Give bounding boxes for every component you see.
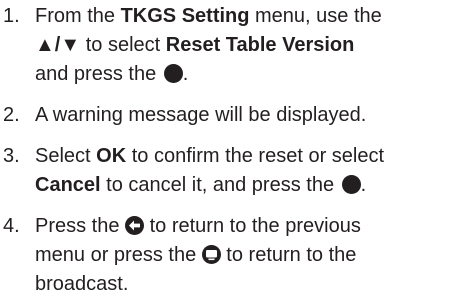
step-text: A warning message will be displayed. — [35, 104, 367, 126]
step-4: 4. Press the to return to the previous m… — [3, 212, 459, 299]
step-number: 2. — [3, 104, 20, 126]
step-text: menu, use the — [249, 5, 382, 27]
step-text: to select — [80, 34, 166, 56]
ok-button-icon — [341, 175, 361, 194]
step-text: to return to the previous — [144, 215, 361, 237]
steps-list: 1. From the TKGS Setting menu, use the ▲… — [3, 2, 459, 299]
step-text: Select — [35, 145, 97, 167]
up-down-arrows-icon: ▲/▼ — [35, 34, 81, 56]
step-text: menu or press the — [35, 244, 202, 266]
step-2: 2. A warning message will be displayed. — [3, 101, 459, 130]
step-text: and press the — [35, 63, 162, 85]
step-text: Press the — [35, 215, 126, 237]
cancel-option: Cancel — [35, 174, 101, 196]
step-text: to return to the — [220, 244, 357, 266]
step-number: 3. — [3, 145, 20, 167]
step-number: 1. — [3, 5, 20, 27]
back-button-icon — [125, 216, 145, 235]
instructions-page: 1. From the TKGS Setting menu, use the ▲… — [0, 0, 465, 304]
step-text: to confirm the reset or select — [126, 145, 385, 167]
step-text: broadcast. — [35, 273, 129, 295]
ok-option: OK — [96, 145, 127, 167]
step-text: to cancel it, and press the — [100, 174, 340, 196]
step-1: 1. From the TKGS Setting menu, use the ▲… — [3, 2, 459, 89]
step-number: 4. — [3, 215, 20, 237]
step-3: 3. Select OK to confirm the reset or sel… — [3, 142, 459, 200]
ok-button-icon — [163, 64, 183, 83]
option-name: Reset Table Version — [165, 34, 355, 56]
step-text: From the — [35, 5, 121, 27]
menu-name: TKGS Setting — [120, 5, 250, 27]
exit-button-icon — [201, 245, 221, 264]
